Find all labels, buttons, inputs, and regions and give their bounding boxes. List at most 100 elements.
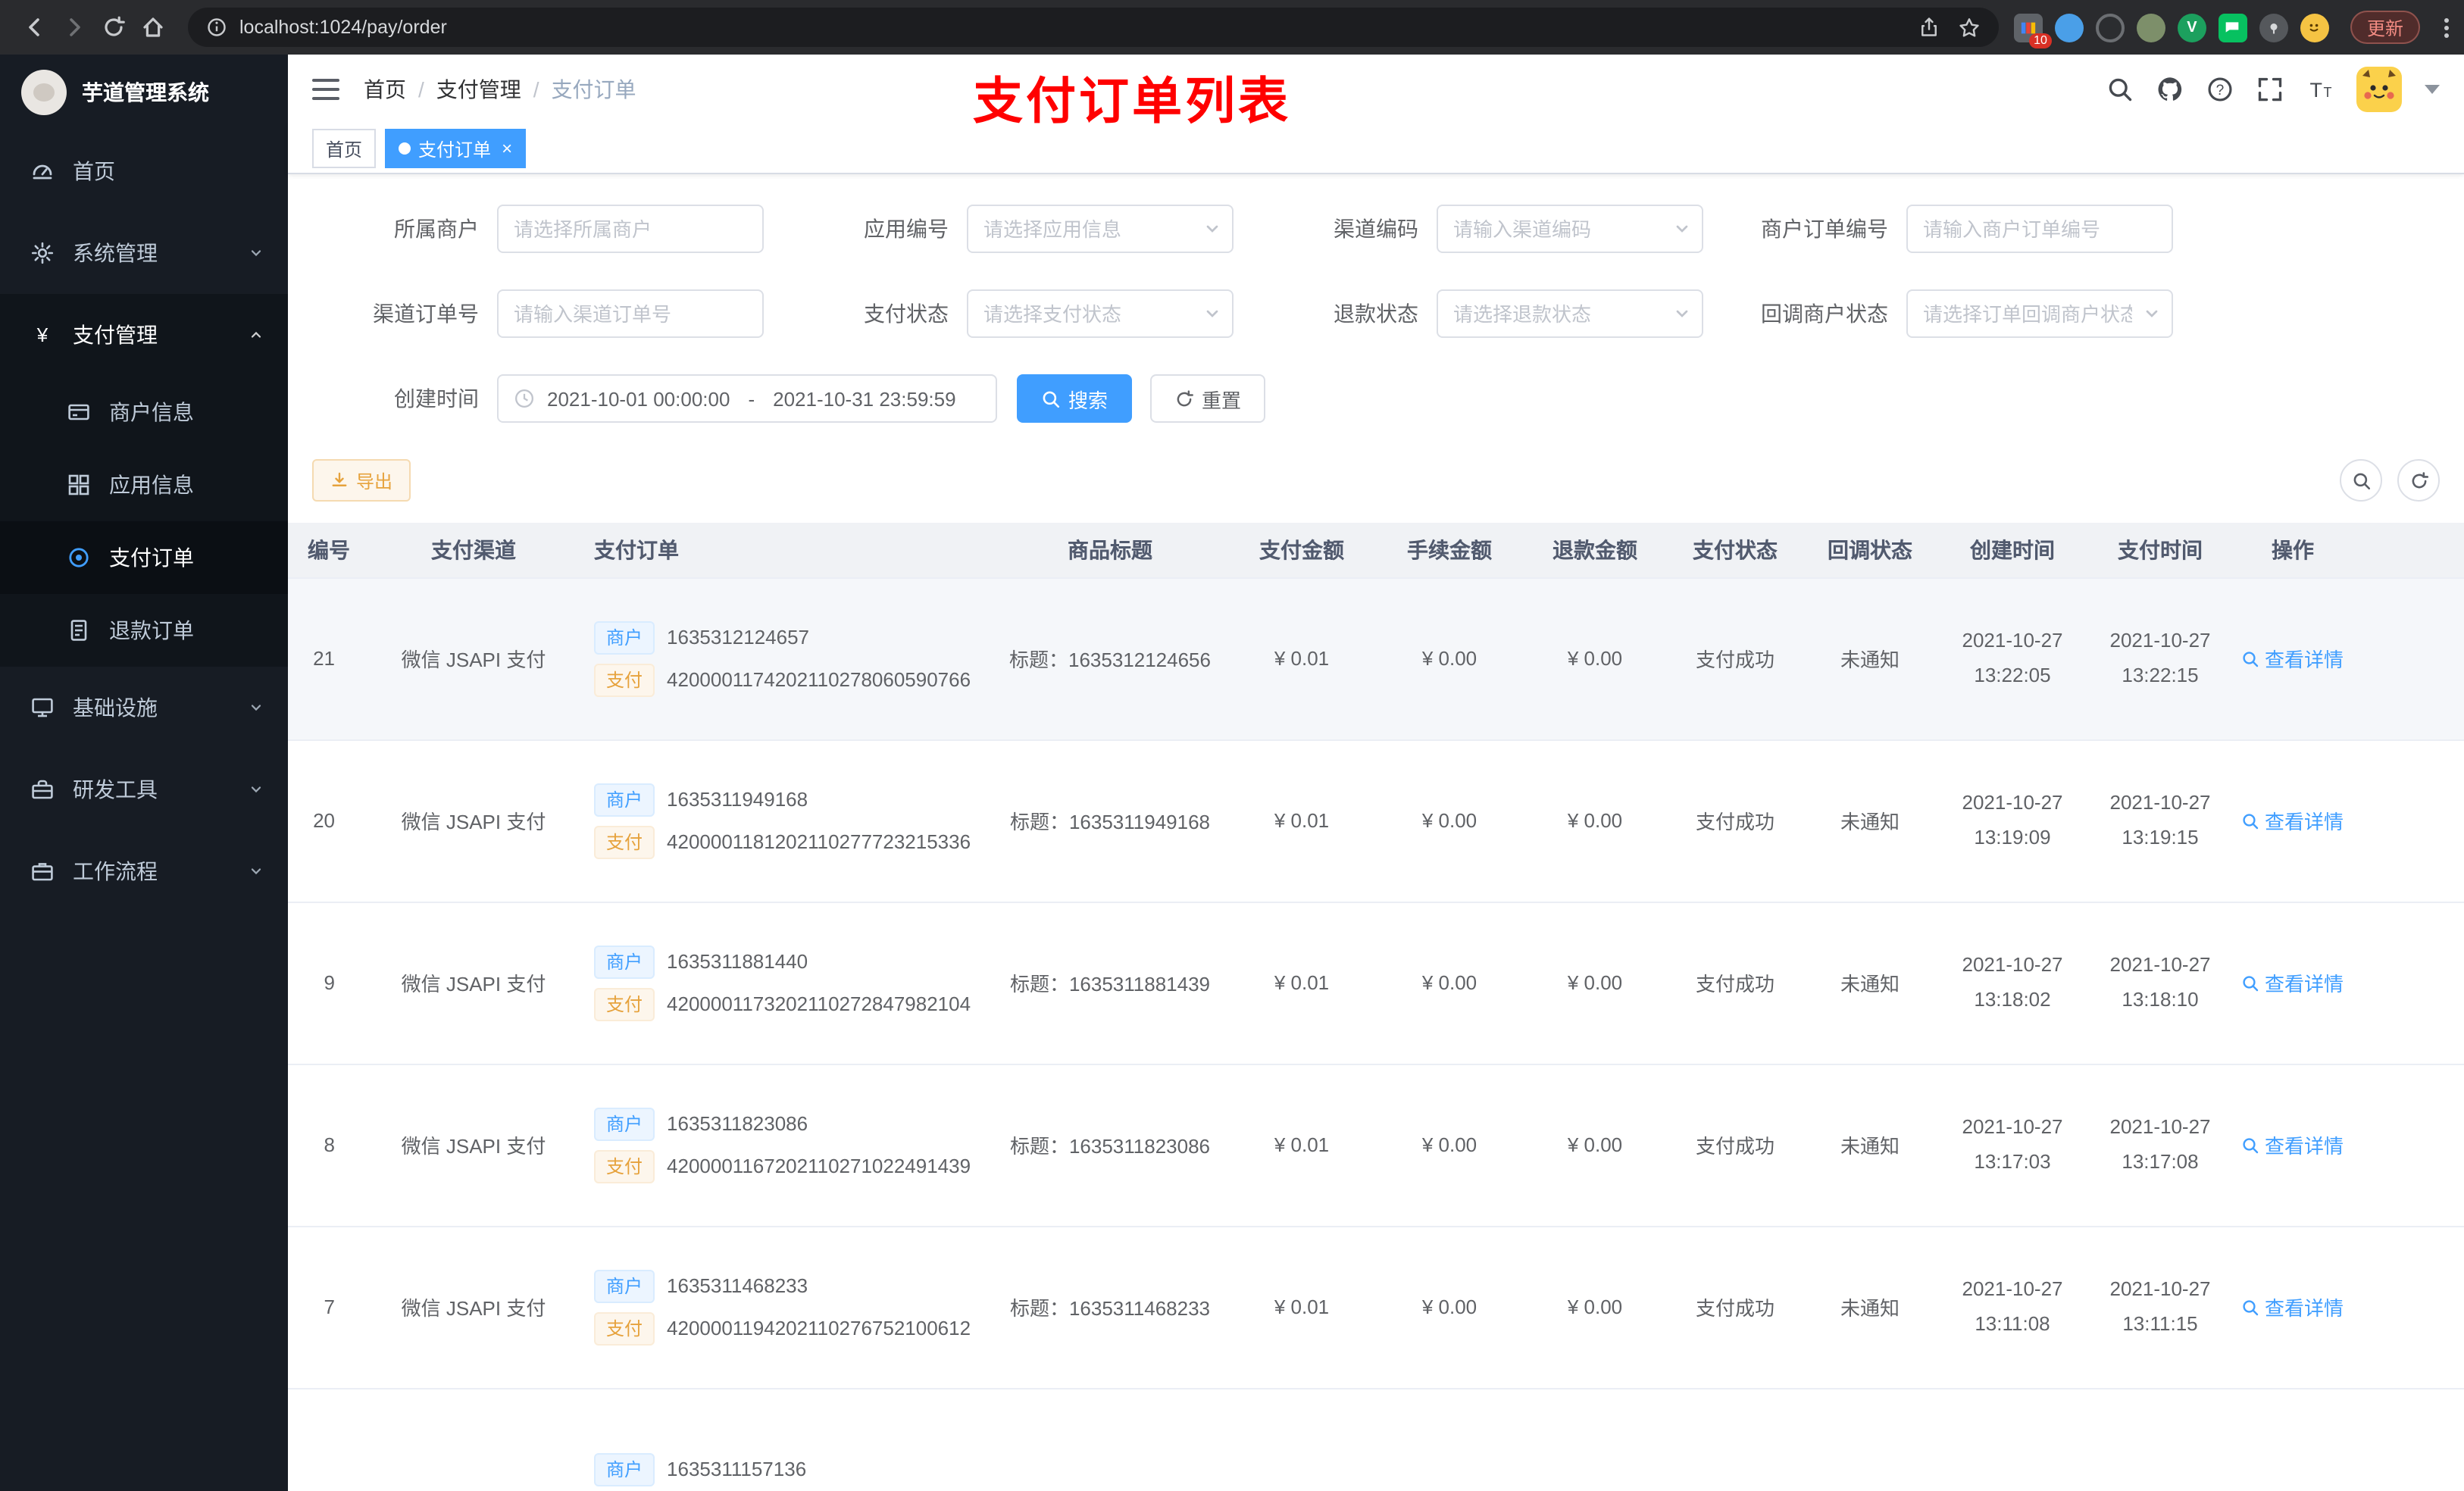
cell-channel: 微信 JSAPI 支付 [371,1226,576,1389]
refresh-table-button[interactable] [2397,459,2440,502]
extension-icon-drop[interactable] [2054,13,2084,42]
help-icon[interactable]: ? [2206,76,2234,103]
cell-pay-time: 2021-10-27 13:22:15 [2088,577,2232,740]
address-bar[interactable]: localhost:1024/pay/order [188,8,1999,47]
search-icon [2244,1299,2259,1315]
sidebar-item-home[interactable]: 首页 [0,130,288,212]
cell-status: 支付成功 [1667,1064,1803,1227]
svg-text:T: T [2324,85,2332,100]
merchant-badge: 商户 [594,620,655,654]
notify-status-select[interactable] [1906,289,2173,338]
merchant-badge: 商户 [594,1107,655,1140]
cell-fee: ¥ 0.00 [1376,1064,1523,1227]
pay-no: 4200001194202110276752100612 [667,1317,971,1339]
bookmark-star-icon[interactable] [1958,16,1981,39]
sidebar-item-workflow[interactable]: 工作流程 [0,830,288,912]
sidebar-item-label: 系统管理 [73,241,158,265]
merchant-badge: 商户 [594,1452,655,1486]
cell-notify: 未通知 [1803,902,1937,1064]
sidebar-item-devtools[interactable]: 研发工具 [0,749,288,830]
cell-create-time: 2021-10-27 13:22:05 [1937,577,2088,740]
tag-home[interactable]: 首页 [312,129,377,168]
col-create-time: 创建时间 [1937,523,2088,578]
filter-label-create-time: 创建时间 [394,386,479,411]
sidebar-item-label: 支付管理 [73,323,158,347]
create-time-range-picker[interactable]: 2021-10-01 00:00:00 - 2021-10-31 23:59:5… [497,374,997,423]
sidebar-item-pay-order[interactable]: 支付订单 [0,521,288,594]
merchant-input[interactable] [497,205,764,253]
extension-icon-colorful[interactable]: 10 [2013,13,2052,48]
sidebar-toggle-icon[interactable] [312,79,339,100]
tag-close-icon[interactable]: × [502,139,512,158]
sidebar-item-merchant-info[interactable]: 商户信息 [0,376,288,449]
browser-menu-icon[interactable] [2444,17,2449,37]
toggle-search-button[interactable] [2340,459,2382,502]
table-row-partial: 商户 1635311157136 [288,1388,2464,1491]
logo[interactable]: 芋道管理系统 [0,55,288,130]
col-fee: 手续金额 [1376,523,1523,578]
table-row: 21 微信 JSAPI 支付 商户 1635312124657 支付 4200001… [288,577,2464,740]
breadcrumb-section[interactable]: 支付管理 [436,74,521,105]
channel-code-select[interactable] [1437,205,1703,253]
forward-icon[interactable] [55,8,94,47]
refresh-icon[interactable] [94,8,133,47]
svg-text:T: T [2310,79,2323,102]
sidebar-item-infra[interactable]: 基础设施 [0,667,288,749]
export-button[interactable]: 导出 [312,459,411,502]
merchant-order-input[interactable] [1906,205,2173,253]
fullscreen-icon[interactable] [2256,76,2284,103]
search-icon [2353,472,2370,489]
reset-button[interactable]: 重置 [1150,374,1266,423]
site-info-icon[interactable] [206,17,227,38]
cell-id [288,1388,371,1491]
logo-avatar [21,70,67,115]
pay-no: 4200001181202110277723215336 [667,830,971,853]
home-icon[interactable] [133,8,173,47]
app-select[interactable] [967,205,1234,253]
view-detail-link[interactable]: 查看详情 [2242,1130,2344,1159]
extension-icon-pin[interactable] [2259,13,2288,42]
cell-channel: 微信 JSAPI 支付 [371,577,576,740]
view-detail-link[interactable]: 查看详情 [2242,968,2344,997]
extension-icon-v[interactable]: V [2177,13,2206,42]
channel-order-input[interactable] [497,289,764,338]
sidebar-item-app-info[interactable]: 应用信息 [0,449,288,521]
view-detail-link[interactable]: 查看详情 [2242,1293,2344,1321]
chevron-down-icon [251,868,261,875]
search-icon[interactable] [2106,76,2134,103]
cell-refund: ¥ 0.00 [1523,1226,1667,1389]
cell-fee: ¥ 0.00 [1376,902,1523,1064]
yen-icon: ¥ [36,324,48,346]
view-detail-link[interactable]: 查看详情 [2242,644,2344,673]
cell-amount: ¥ 0.01 [1227,1064,1376,1227]
github-icon[interactable] [2156,76,2184,103]
extension-icon-emoji[interactable] [2300,13,2329,42]
sidebar-item-label: 应用信息 [109,473,194,497]
browser-update-button[interactable]: 更新 [2350,11,2420,44]
avatar-caret-icon[interactable] [2425,85,2440,94]
extension-icon-olive[interactable] [2136,13,2165,42]
font-size-icon[interactable]: TT [2306,76,2334,103]
share-icon[interactable] [1918,17,1940,38]
pay-status-select[interactable] [967,289,1234,338]
search-icon [2244,651,2259,667]
sidebar-item-refund-order[interactable]: 退款订单 [0,594,288,667]
svg-text:?: ? [2216,83,2225,98]
filter-form: 所属商户 应用编号 渠道编码 商户订单编号 [288,174,2464,459]
sidebar-item-payment[interactable]: ¥ 支付管理 [0,294,288,376]
back-icon[interactable] [15,8,55,47]
user-avatar[interactable] [2356,67,2402,112]
extension-icon-ring[interactable] [2095,13,2125,42]
view-detail-link[interactable]: 查看详情 [2242,806,2344,835]
breadcrumb-home[interactable]: 首页 [364,74,406,105]
cell-notify: 未通知 [1803,577,1937,740]
pay-no: 4200001167202110271022491439 [667,1155,971,1177]
sidebar-item-system[interactable]: 系统管理 [0,212,288,294]
extension-icon-chat[interactable] [2218,13,2247,42]
briefcase-icon [32,863,53,881]
search-button[interactable]: 搜索 [1017,374,1133,423]
tag-pay-order[interactable]: 支付订单 × [385,129,527,168]
cell-action: 查看详情 [2232,1226,2353,1389]
pay-badge: 支付 [594,825,655,858]
refund-status-select[interactable] [1437,289,1703,338]
